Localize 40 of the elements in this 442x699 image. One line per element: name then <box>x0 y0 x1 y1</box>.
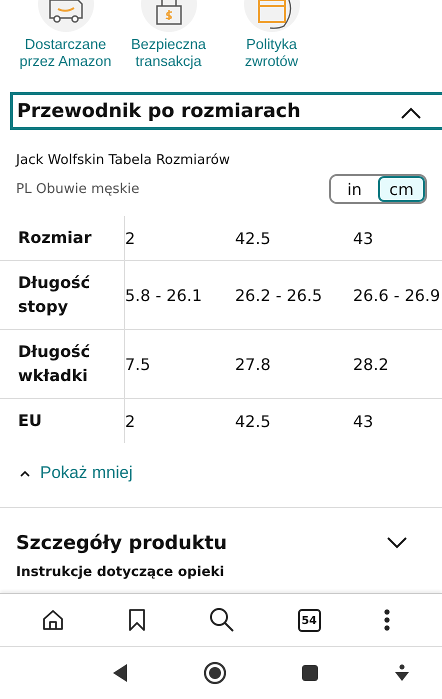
search-icon[interactable] <box>209 607 236 633</box>
home-button-icon[interactable] <box>202 661 227 685</box>
section-title: Przewodnik po rozmiarach <box>17 100 301 122</box>
section-header[interactable]: Szczegóły produktu <box>16 532 442 554</box>
table-cell: 42.5 <box>235 228 271 248</box>
feature-label[interactable]: Polityka zwrotów <box>220 37 323 71</box>
bookmark-icon[interactable] <box>127 608 148 632</box>
table-cell: 43 <box>353 228 374 248</box>
table-cell: 26.2 - 26.5 <box>235 286 322 304</box>
category-label: PL Obuwie męskie <box>16 181 140 197</box>
recents-icon[interactable] <box>301 664 320 682</box>
row-header: Długość stopy <box>18 272 92 318</box>
table-cell: 43 <box>353 412 374 430</box>
tabs-count-button[interactable]: 54 <box>298 608 321 632</box>
feature-label[interactable]: Bezpieczna transakcja <box>117 37 220 71</box>
table-cell: 42.5 <box>235 412 271 430</box>
table-cell: 5.8 - 26.1 <box>125 286 202 304</box>
table-cell: 26.6 - 26.9 <box>353 286 440 304</box>
section-header[interactable]: Przewodnik po rozmiarach <box>10 92 442 130</box>
feature-label[interactable]: Dostarczane przez Amazon <box>14 37 117 71</box>
row-header: EU <box>18 410 42 432</box>
more-icon[interactable] <box>382 608 391 632</box>
table-cell: 2 <box>125 412 136 430</box>
table-cell: 7.5 <box>125 354 150 374</box>
row-header: Długość wkładki <box>18 341 92 387</box>
table-cell: 28.2 <box>353 354 389 374</box>
detail-label: Instrukcje dotyczące opieki <box>16 564 226 580</box>
unit-toggle[interactable]: cm <box>378 176 425 202</box>
chevron-down-icon <box>386 536 408 550</box>
chart-title: Jack Wolfskin Tabela Rozmiarów <box>16 152 231 168</box>
back-icon[interactable] <box>112 663 128 683</box>
table-cell: 27.8 <box>235 354 271 374</box>
accessibility-icon[interactable] <box>394 664 410 682</box>
chevron-up-icon <box>20 470 30 476</box>
chevron-up-icon <box>400 106 422 120</box>
section-title: Szczegóły produktu <box>16 532 228 554</box>
home-icon[interactable] <box>41 608 66 632</box>
show-less-link[interactable]: Pokaż mniej <box>40 463 133 483</box>
table-cell: 2 <box>125 228 136 248</box>
row-header: Rozmiar <box>18 227 92 249</box>
